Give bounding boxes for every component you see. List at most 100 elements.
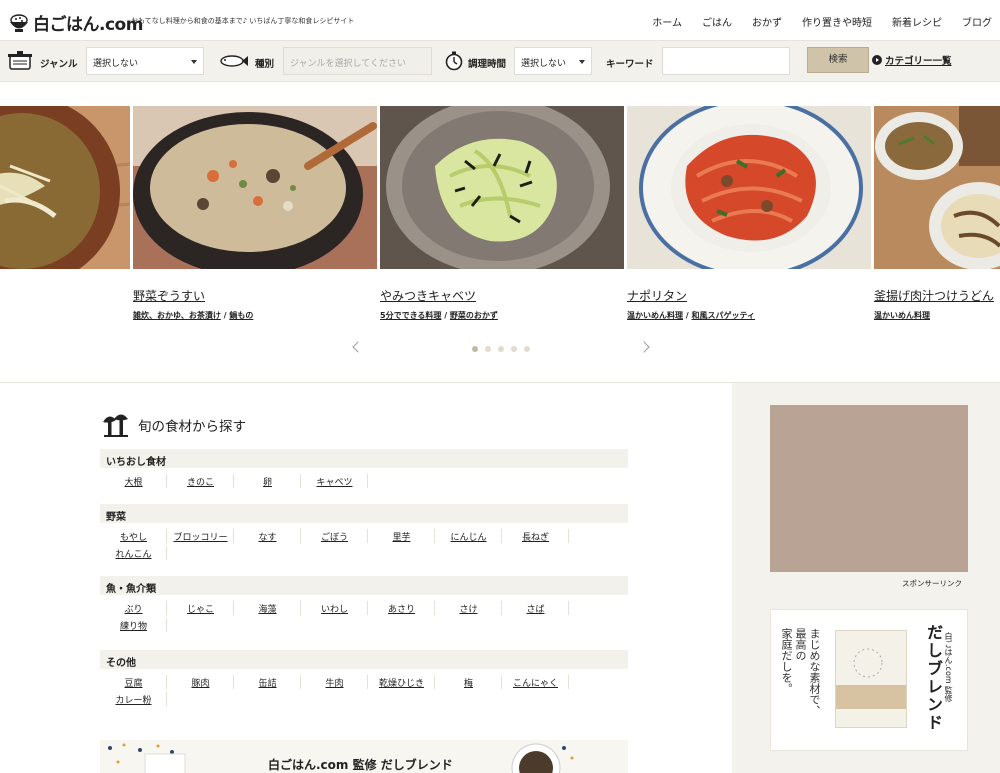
ingredient-link[interactable]: ぶり	[100, 602, 167, 615]
slide-tags-napolitan: 温かいめん料理 / 和風スパゲッティ	[627, 311, 756, 320]
ingredient-link[interactable]: ブロッコリー	[167, 530, 234, 543]
book-title: だしブレンド	[924, 624, 943, 732]
nav-blog[interactable]: ブログ	[962, 14, 992, 29]
ingredient-link[interactable]: 卵	[234, 475, 301, 488]
tag-link[interactable]: 雑炊、おかゆ、お茶漬け	[133, 311, 221, 320]
ingredient-link[interactable]: 梅	[435, 676, 502, 689]
chevron-down-icon	[579, 60, 585, 64]
ingredient-link[interactable]: 練り物	[100, 619, 167, 632]
dashi-package-image	[835, 630, 907, 728]
carousel-dot[interactable]	[511, 346, 517, 352]
carousel-dot[interactable]	[498, 346, 504, 352]
ingredient-link[interactable]: カレー粉	[100, 693, 167, 706]
tag-link[interactable]: 5分でできる料理	[380, 311, 441, 320]
nav-home[interactable]: ホーム	[652, 14, 682, 29]
nav-okazu[interactable]: おかず	[752, 14, 782, 29]
sponsored-ad[interactable]	[770, 405, 968, 572]
nav-tsukurioki[interactable]: 作り置きや時短	[802, 14, 872, 29]
ingredient-link[interactable]: さけ	[435, 602, 502, 615]
keyword-label: キーワード	[606, 59, 654, 70]
search-button[interactable]: 検索	[807, 47, 869, 73]
dashi-blend-banner[interactable]: 白ごはん.com 監修 だしブレンド	[100, 740, 628, 773]
tagline: おもてなし料理から和食の基本まで♪ いちばん丁寧な和食レシピサイト	[131, 17, 355, 25]
tag-link[interactable]: 鍋もの	[229, 311, 253, 320]
promo-copy: まじめな素材で、 最高の 家庭だしを。	[779, 628, 821, 738]
slide-image-cabbage[interactable]	[380, 106, 624, 269]
keyword-input[interactable]	[662, 47, 790, 75]
slide-title-udon[interactable]: 釜揚げ肉汁つけうどん	[874, 287, 994, 304]
ingredient-link[interactable]: 乾燥ひじき	[368, 676, 435, 689]
mushroom-icon	[103, 414, 128, 437]
seasonal-section-title: 旬の食材から探す	[100, 410, 246, 440]
nav-new-recipes[interactable]: 新着レシピ	[892, 14, 942, 29]
carousel-pagination	[472, 346, 537, 352]
time-label: 調理時間	[468, 59, 507, 70]
dashi-blend-promo[interactable]: まじめな素材で、 最高の 家庭だしを。 だしブレンド 白ごはん.com 監修	[770, 609, 968, 751]
carousel-dot[interactable]	[524, 346, 530, 352]
chevron-down-icon	[191, 60, 197, 64]
carousel-dot[interactable]	[485, 346, 491, 352]
divider	[166, 692, 167, 706]
slide-image-udon[interactable]	[874, 106, 1000, 269]
ingredient-link[interactable]: 長ねぎ	[502, 530, 569, 543]
time-select[interactable]: 選択しない	[514, 47, 592, 75]
logo-text: 白ごはん.com	[33, 15, 143, 35]
tag-link[interactable]: 野菜のおかず	[450, 311, 498, 320]
ingredient-link[interactable]: 牛肉	[301, 676, 368, 689]
ingredient-link[interactable]: 里芋	[368, 530, 435, 543]
global-nav: ホーム ごはん おかず 作り置きや時短 新着レシピ ブログ	[632, 14, 992, 29]
site-logo[interactable]: 白ごはん.com	[8, 10, 143, 35]
type-select[interactable]: ジャンルを選択してください	[283, 47, 432, 75]
slide-image-zosui[interactable]	[133, 106, 377, 269]
slide-tags-cabbage: 5分でできる料理 / 野菜のおかず	[380, 311, 498, 320]
ingredient-link[interactable]: いわし	[301, 602, 368, 615]
ingredient-link[interactable]: 海藻	[234, 602, 301, 615]
promo-copy-line: 家庭だしを。	[780, 628, 793, 694]
slide-title-zosui[interactable]: 野菜ぞうすい	[133, 287, 205, 304]
genre-select[interactable]: 選択しない	[86, 47, 204, 75]
ingredient-link[interactable]: こんにゃく	[502, 676, 569, 689]
slide-image-napolitan[interactable]	[627, 106, 871, 269]
genre-select-value: 選択しない	[93, 59, 139, 69]
category-header: 野菜	[100, 504, 628, 523]
ingredient-link[interactable]: れんこん	[100, 547, 167, 560]
pot-icon	[8, 51, 32, 70]
ingredient-link[interactable]: きのこ	[167, 475, 234, 488]
ingredient-link[interactable]: あさり	[368, 602, 435, 615]
slide-title-cabbage[interactable]: やみつきキャベツ	[380, 287, 476, 304]
main-content: 旬の食材から探す いちおし食材 大根 きのこ卵キャベツ 野菜 もやし ブロッコリー なす ごぼ…	[0, 382, 1000, 773]
tag-link[interactable]: 和風スパゲッティ	[692, 311, 756, 320]
ingredient-link[interactable]: 豆腐	[100, 676, 167, 689]
ingredient-link[interactable]: じゃこ	[167, 602, 234, 615]
timer-icon	[445, 51, 463, 71]
ingredient-link[interactable]: キャベツ	[301, 475, 368, 488]
banner-text: 白ごはん.com 監修 だしブレンド	[268, 758, 453, 772]
ingredient-link[interactable]: 缶詰	[234, 676, 301, 689]
carousel-prev-arrow-icon[interactable]	[352, 341, 364, 353]
slide-tags-zosui: 雑炊、おかゆ、お茶漬け / 鍋もの	[133, 311, 254, 320]
ingredient-link[interactable]: 豚肉	[167, 676, 234, 689]
ingredient-link[interactable]: 大根	[100, 475, 167, 488]
recipe-search-bar: ジャンル 選択しない 種別 ジャンルを選択してください 調理時間 選択しない キ…	[0, 40, 1000, 82]
ingredient-link[interactable]: さば	[502, 602, 569, 615]
featured-recipe-carousel: 野菜ぞうすい 雑炊、おかゆ、お茶漬け / 鍋もの やみつきキャベツ 5分でできる…	[0, 82, 1000, 382]
type-select-placeholder: ジャンルを選択してください	[290, 59, 407, 69]
tag-link[interactable]: 温かいめん料理	[874, 311, 930, 320]
ingredient-link[interactable]: ごぼう	[301, 530, 368, 543]
category-list-link[interactable]: カテゴリー一覧	[872, 53, 952, 67]
tag-link[interactable]: 温かいめん料理	[627, 311, 683, 320]
ingredient-link[interactable]: にんじん	[435, 530, 502, 543]
ingredient-link[interactable]: なす	[234, 530, 301, 543]
divider	[568, 675, 569, 689]
divider	[166, 618, 167, 632]
slide-title-napolitan[interactable]: ナポリタン	[627, 287, 687, 304]
seasonal-title-text: 旬の食材から探す	[138, 419, 246, 435]
carousel-dot[interactable]	[472, 346, 478, 352]
nav-gohan[interactable]: ごはん	[702, 14, 732, 29]
slide-image-miso-soup[interactable]	[0, 106, 130, 269]
ingredient-link[interactable]: もやし	[100, 530, 167, 543]
carousel-next-arrow-icon[interactable]	[638, 341, 650, 353]
play-circle-icon	[872, 55, 882, 65]
slide-tags-udon: 温かいめん料理	[874, 310, 930, 321]
book-subtitle: 白ごはん.com 監修	[944, 632, 953, 703]
